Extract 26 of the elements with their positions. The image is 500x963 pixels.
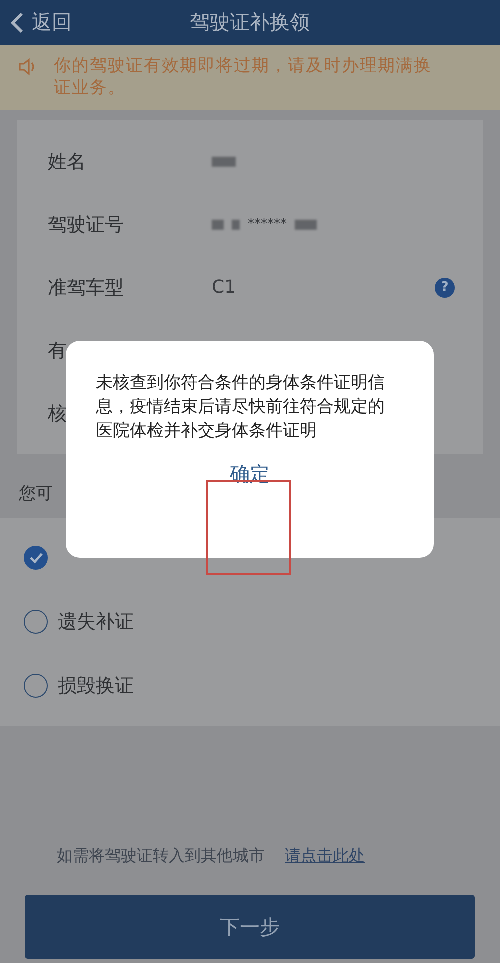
redacted-value <box>232 220 240 230</box>
page-title: 驾驶证补换领 <box>190 9 310 36</box>
section-label: 您可 <box>19 483 53 506</box>
transfer-link[interactable]: 请点击此处 <box>285 846 365 867</box>
help-button[interactable]: ? <box>435 278 455 298</box>
notice-text: 你的驾驶证有效期即将过期，请及时办理期满换证业务。 <box>54 55 433 99</box>
back-icon[interactable] <box>10 12 24 34</box>
radio-button[interactable] <box>24 610 48 634</box>
redacted-value <box>212 220 224 230</box>
hint-text: 如需将驾驶证转入到其他城市 <box>57 846 265 867</box>
field-label: 驾驶证号 <box>48 212 124 238</box>
checked-radio[interactable] <box>24 546 48 570</box>
back-button[interactable]: 返回 <box>32 9 72 36</box>
field-label: 姓名 <box>48 150 86 174</box>
field-label: 准驾车型 <box>48 276 124 300</box>
field-label: 有 <box>48 338 67 364</box>
field-value: ****** <box>248 217 287 232</box>
option-label[interactable]: 遗失补证 <box>58 609 134 635</box>
option-label[interactable]: 损毁换证 <box>58 673 134 699</box>
redacted-value <box>295 220 317 230</box>
dialog-message: 未核查到你符合条件的身体条件证明信息，疫情结束后请尽快前往符合规定的医院体检并补交身体条件证明 <box>96 372 386 443</box>
radio-button[interactable] <box>24 674 48 698</box>
field-value: C1 <box>212 277 236 298</box>
redacted-value <box>212 156 236 166</box>
next-button[interactable]: 下一步 <box>25 895 475 959</box>
field-label: 核 <box>48 402 67 426</box>
